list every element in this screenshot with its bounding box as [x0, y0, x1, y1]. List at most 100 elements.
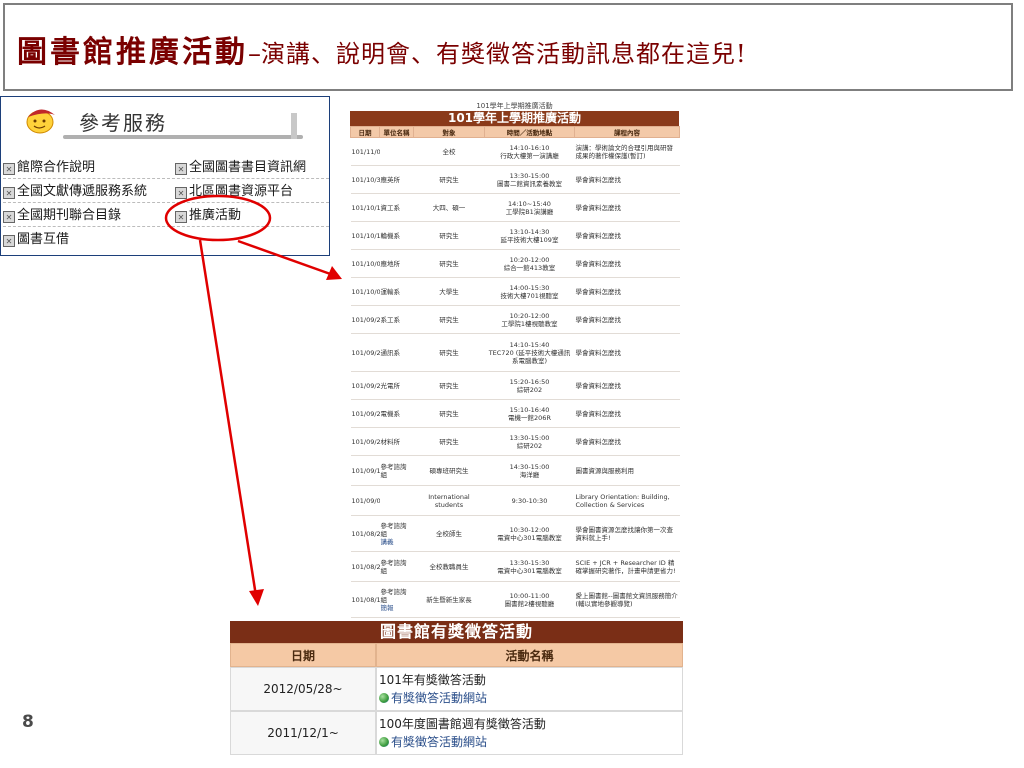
row-audience: 全校: [413, 137, 485, 166]
slide-title-dash: –: [248, 39, 261, 69]
link-promotion-activities[interactable]: ✕ 推廣活動: [175, 207, 241, 225]
row-date: 101/11/01: [350, 137, 380, 166]
row-place: 工學院B1演講廳: [505, 207, 554, 216]
slide-title-subtitle: 演講、說明會、有獎徵答活動訊息都在這兒!: [261, 40, 747, 68]
table-row: 101/11/01 全校 14:10-16:10行政大樓第一演講廳 演講：學術論…: [350, 137, 680, 166]
row-content: 學會資料怎麼找: [574, 333, 680, 372]
row-unit: 參考諮詢組: [379, 551, 414, 582]
banner-underline: [63, 135, 303, 139]
row-unit: 應地所: [379, 249, 414, 278]
row-content: Library Orientation: Building, Collectio…: [574, 485, 680, 516]
slides-link[interactable]: 簡報: [381, 604, 413, 612]
table-row: 101/09/25 電機系 研究生 15:10-16:40電機一館206R 學會…: [350, 399, 680, 428]
row-time-place: 14:00-15:30 技術大樓701視聽室: [484, 277, 575, 306]
row-date: 101/09/27: [350, 371, 380, 400]
table-row: 101/09/24 材料所 研究生 13:30-15:00綜研202 學會資料怎…: [350, 427, 680, 456]
row-content: 學會圖書資源怎麼找讓你第一次查資料就上手!: [574, 515, 680, 552]
row-date: 101/09/28: [350, 305, 380, 334]
row-time: 13:30-15:30: [509, 558, 550, 567]
schedule-header-cell: 課程內容: [574, 126, 680, 138]
row-unit: 應英所: [379, 165, 414, 194]
row-unit: 資工系: [379, 193, 414, 222]
link-north-region-platform[interactable]: ✕ 北區圖書資源平台: [175, 183, 293, 201]
table-row: 2012/05/28~ 101年有獎徵答活動 有獎徵答活動網站: [230, 667, 683, 711]
schedule-header-cell: 對象: [413, 126, 485, 138]
table-row: 101/10/31 應英所 研究生 13:30-15:00圖書二館資訊素養教室 …: [350, 165, 680, 194]
row-time-place: 9:30-10:30: [484, 485, 575, 516]
contest-activity-name: 100年度圖書館週有獎徵答活動: [379, 717, 546, 731]
row-divider: [3, 178, 329, 179]
row-unit: 參考諮詢組 講義: [379, 515, 414, 552]
link-book-exchange[interactable]: ✕ 圖書互借: [3, 231, 69, 249]
link-bullet-icon: ✕: [3, 235, 15, 247]
row-content: 圖書資源與服務利用: [574, 455, 680, 486]
contest-activity: 101年有獎徵答活動 有獎徵答活動網站: [376, 667, 683, 711]
row-audience: International students: [413, 485, 485, 516]
row-time: 14:30-15:00: [509, 462, 550, 471]
row-time: 15:20-16:50: [509, 377, 550, 386]
schedule-header-row: 日期 單位名稱 對象 時間／活動地點 課程內容: [350, 126, 680, 138]
link-periodicals-union-catalog[interactable]: ✕ 全國期刊聯合目錄: [3, 207, 121, 225]
table-row: 101/09/27 光電所 研究生 15:20-16:50綜研202 學會資料怎…: [350, 371, 680, 400]
reference-services-banner: 參考服務: [23, 101, 303, 139]
contest-date: 2012/05/28~: [230, 667, 376, 711]
row-place: 綜合一館413教室: [503, 263, 556, 272]
row-content: 學會資料怎麼找: [574, 193, 680, 222]
row-content: 學會資料怎麼找: [574, 277, 680, 306]
row-content: SCIE + JCR + Researcher ID 精確掌握研究著作，計畫申請…: [574, 551, 680, 582]
table-row: 101/09/28 系工系 研究生 10:20-12:00工學院1樓視聽教室 學…: [350, 305, 680, 334]
arrow-head-icon: [326, 266, 342, 280]
link-interlibrary-cooperation[interactable]: ✕ 館際合作說明: [3, 159, 95, 177]
contest-website-label: 有獎徵答活動網站: [391, 691, 488, 705]
row-time: 9:30-10:30: [511, 496, 548, 505]
row-unit: [379, 485, 414, 516]
row-date: 101/09/27: [350, 333, 380, 372]
globe-icon: [379, 693, 389, 703]
contest-header-name: 活動名稱: [376, 643, 683, 667]
link-bullet-icon: ✕: [175, 187, 187, 199]
row-unit: 光電所: [379, 371, 414, 400]
banner-end-cap: [291, 113, 297, 139]
row-date: 101/10/04: [350, 277, 380, 306]
row-audience: 碩專班研究生: [413, 455, 485, 486]
row-audience: 大學生: [413, 277, 485, 306]
row-content: 學會資料怎麼找: [574, 249, 680, 278]
table-row: 2011/12/1~ 100年度圖書館週有獎徵答活動 有獎徵答活動網站: [230, 711, 683, 755]
row-content: 學會資料怎麼找: [574, 221, 680, 250]
arrow-to-contest: [198, 239, 258, 597]
quiz-contest-panel: 圖書館有獎徵答活動 日期 活動名稱 2012/05/28~ 101年有獎徵答活動…: [230, 621, 683, 755]
row-audience: 研究生: [413, 165, 485, 194]
contest-date: 2011/12/1~: [230, 711, 376, 755]
row-audience: 全校教職員生: [413, 551, 485, 582]
row-time-place: 10:20-12:00 綜合一館413教室: [484, 249, 575, 278]
row-content: 學會資料怎麼找: [574, 165, 680, 194]
contest-website-link[interactable]: 有獎徵答活動網站: [379, 733, 681, 751]
row-place: 電資中心301電腦教室: [497, 566, 562, 575]
table-row: 101/09/05 International students 9:30-10…: [350, 485, 680, 516]
table-row: 101/10/05 應地所 研究生 10:20-12:00綜合一館413教室 學…: [350, 249, 680, 278]
row-audience: 研究生: [413, 427, 485, 456]
schedule-header-cell: 日期: [350, 126, 380, 138]
row-unit-name: 參考諮詢組: [380, 521, 407, 538]
row-divider: [3, 226, 329, 227]
row-date: 101/10/31: [350, 165, 380, 194]
row-unit: 輪機系: [379, 221, 414, 250]
row-audience: 新生暨新生家長: [413, 581, 485, 618]
row-time-place: 13:30-15:30 電資中心301電腦教室: [484, 551, 575, 582]
row-time-place: 15:20-16:50 綜研202: [484, 371, 575, 400]
table-row: 101/08/28 參考諮詢組講義 全校師生 10:30-12:00電資中心30…: [350, 515, 680, 552]
row-date: 101/10/18: [350, 193, 380, 222]
handout-link[interactable]: 講義: [381, 538, 413, 546]
row-time: 14:00-15:30: [509, 283, 550, 292]
row-content: 學會資料怎麼找: [574, 399, 680, 428]
row-time: 15:10-16:40: [509, 405, 550, 414]
schedule-caption: 101學年上學期推廣活動: [476, 102, 553, 110]
contest-activity: 100年度圖書館週有獎徵答活動 有獎徵答活動網站: [376, 711, 683, 755]
row-place: 綜研202: [516, 385, 543, 394]
link-document-delivery-system[interactable]: ✕ 全國文獻傳遞服務系統: [3, 183, 147, 201]
row-content: 學會資料怎麼找: [574, 427, 680, 456]
link-national-bibliographic-network[interactable]: ✕ 全國圖書書目資訊網: [175, 159, 306, 177]
contest-website-link[interactable]: 有獎徵答活動網站: [379, 689, 681, 707]
row-unit: 參考諮詢組 簡報: [379, 581, 414, 618]
table-row: 101/08/18 參考諮詢組簡報 新生暨新生家長 10:00-11:00圖書館…: [350, 581, 680, 618]
